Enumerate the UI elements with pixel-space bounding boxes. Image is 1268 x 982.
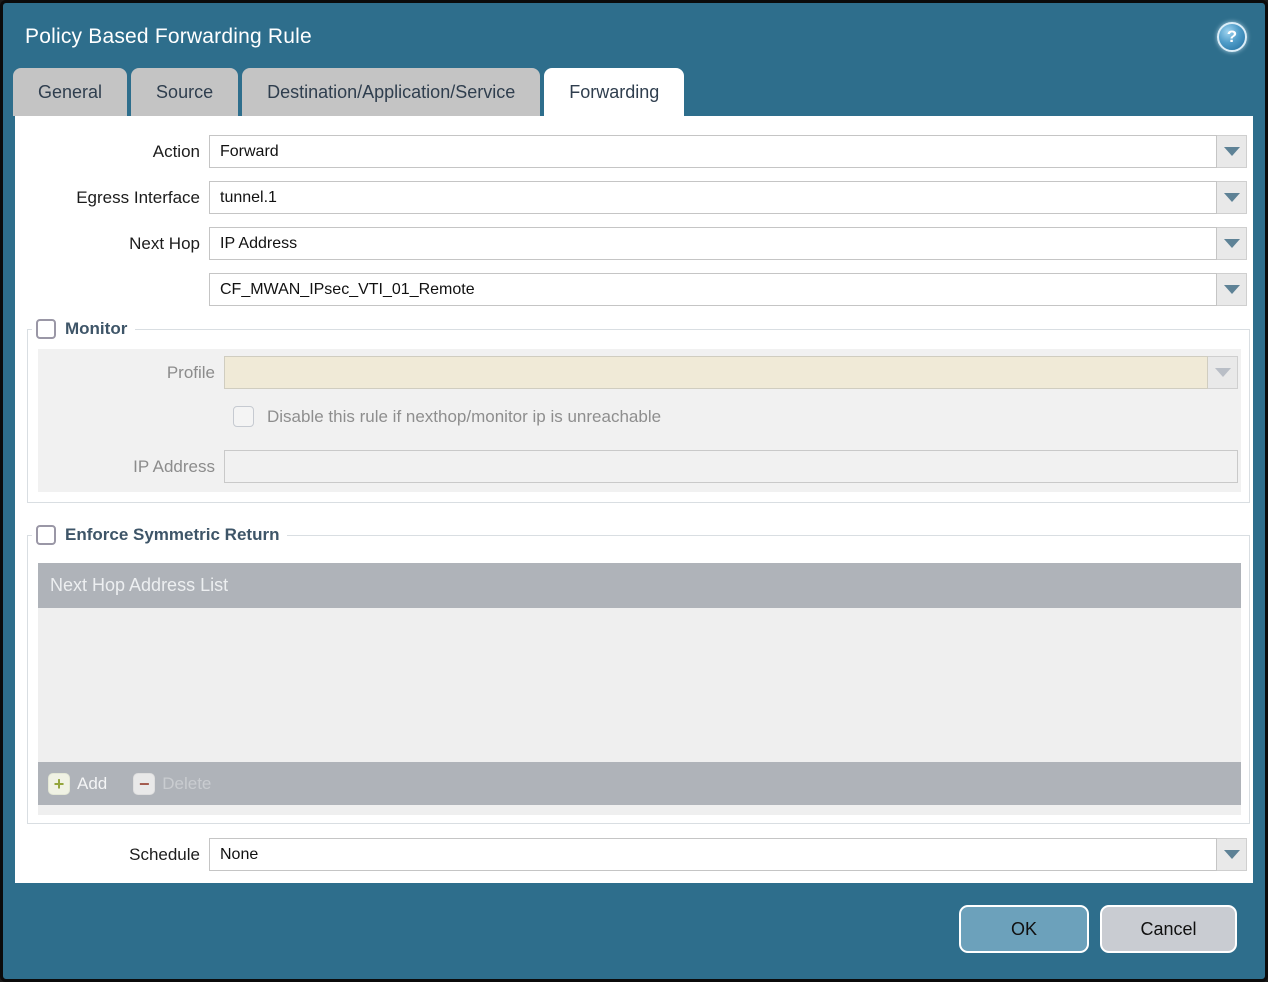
monitor-panel: Profile Disable this rule if nexthop/mon… xyxy=(38,349,1241,492)
help-glyph: ? xyxy=(1226,26,1238,46)
tab-bar: General Source Destination/Application/S… xyxy=(3,66,1265,116)
egress-interface-row: Egress Interface tunnel.1 xyxy=(15,181,1247,214)
next-hop-type-value[interactable]: IP Address xyxy=(209,227,1217,260)
add-button[interactable]: + Add xyxy=(48,772,108,795)
profile-value xyxy=(224,356,1208,389)
chevron-down-icon xyxy=(1214,368,1231,377)
tab-destination-application-service[interactable]: Destination/Application/Service xyxy=(242,68,541,116)
monitor-legend: Monitor xyxy=(32,319,135,339)
enforce-symmetric-return-legend-label: Enforce Symmetric Return xyxy=(65,525,280,544)
disable-rule-label: Disable this rule if nexthop/monitor ip … xyxy=(267,406,662,426)
next-hop-label: Next Hop xyxy=(129,233,200,253)
profile-row: Profile xyxy=(38,356,1238,389)
dialog-title: Policy Based Forwarding Rule xyxy=(25,24,312,48)
next-hop-dropdown-button[interactable] xyxy=(1217,227,1247,260)
table-scroll-strip xyxy=(38,805,1241,815)
action-label: Action xyxy=(152,141,200,161)
next-hop-address-dropdown-button[interactable] xyxy=(1217,273,1247,306)
egress-interface-value[interactable]: tunnel.1 xyxy=(209,181,1217,214)
disable-rule-checkbox xyxy=(233,406,254,427)
schedule-row: Schedule None xyxy=(15,838,1247,871)
next-hop-address-table: Next Hop Address List + Add − Delete xyxy=(38,563,1241,805)
cancel-button[interactable]: Cancel xyxy=(1100,905,1237,953)
monitor-ip-address-value xyxy=(224,450,1238,483)
monitor-section: Monitor Profile Disable this rule if nex… xyxy=(27,319,1250,503)
next-hop-row: Next Hop IP Address xyxy=(15,227,1247,260)
profile-dropdown-button xyxy=(1208,356,1238,389)
plus-icon: + xyxy=(48,772,70,795)
enforce-symmetric-return-section: Enforce Symmetric Return Next Hop Addres… xyxy=(27,525,1250,824)
action-row: Action Forward xyxy=(15,135,1247,168)
egress-interface-label: Egress Interface xyxy=(76,187,200,207)
next-hop-address-list-header: Next Hop Address List xyxy=(38,563,1241,608)
next-hop-address-row: CF_MWAN_IPsec_VTI_01_Remote xyxy=(15,273,1247,306)
profile-label: Profile xyxy=(166,362,215,382)
monitor-ip-address-label: IP Address xyxy=(133,456,215,476)
chevron-down-icon xyxy=(1223,850,1240,859)
enforce-symmetric-return-checkbox[interactable] xyxy=(36,525,56,545)
dialog-footer: OK Cancel xyxy=(3,883,1265,979)
monitor-legend-label: Monitor xyxy=(65,319,128,338)
policy-based-forwarding-dialog: Policy Based Forwarding Rule ? General S… xyxy=(0,0,1268,982)
action-dropdown-button[interactable] xyxy=(1217,135,1247,168)
titlebar: Policy Based Forwarding Rule ? xyxy=(3,3,1265,66)
chevron-down-icon xyxy=(1223,239,1240,248)
schedule-value[interactable]: None xyxy=(209,838,1217,871)
egress-interface-dropdown-button[interactable] xyxy=(1217,181,1247,214)
next-hop-address-value[interactable]: CF_MWAN_IPsec_VTI_01_Remote xyxy=(209,273,1217,306)
monitor-checkbox[interactable] xyxy=(36,319,56,339)
disable-rule-row: Disable this rule if nexthop/monitor ip … xyxy=(233,406,1241,427)
delete-button: − Delete xyxy=(133,772,212,795)
enforce-symmetric-return-legend: Enforce Symmetric Return xyxy=(32,525,287,545)
monitor-ip-address-row: IP Address xyxy=(38,450,1238,483)
delete-button-label: Delete xyxy=(162,773,212,793)
chevron-down-icon xyxy=(1223,193,1240,202)
chevron-down-icon xyxy=(1223,285,1240,294)
tab-general[interactable]: General xyxy=(13,68,128,116)
minus-icon: − xyxy=(133,772,156,795)
next-hop-address-list-body[interactable] xyxy=(38,608,1241,762)
tab-forwarding[interactable]: Forwarding xyxy=(544,68,685,116)
add-button-label: Add xyxy=(77,773,108,793)
forwarding-tab-content: Action Forward Egress Interface tunnel.1… xyxy=(15,116,1253,883)
tab-source[interactable]: Source xyxy=(131,68,239,116)
next-hop-address-list-toolbar: + Add − Delete xyxy=(38,762,1241,805)
chevron-down-icon xyxy=(1223,147,1240,156)
schedule-label: Schedule xyxy=(129,844,200,864)
action-value[interactable]: Forward xyxy=(209,135,1217,168)
ok-button[interactable]: OK xyxy=(959,905,1089,953)
help-icon[interactable]: ? xyxy=(1217,21,1247,52)
schedule-dropdown-button[interactable] xyxy=(1217,838,1247,871)
